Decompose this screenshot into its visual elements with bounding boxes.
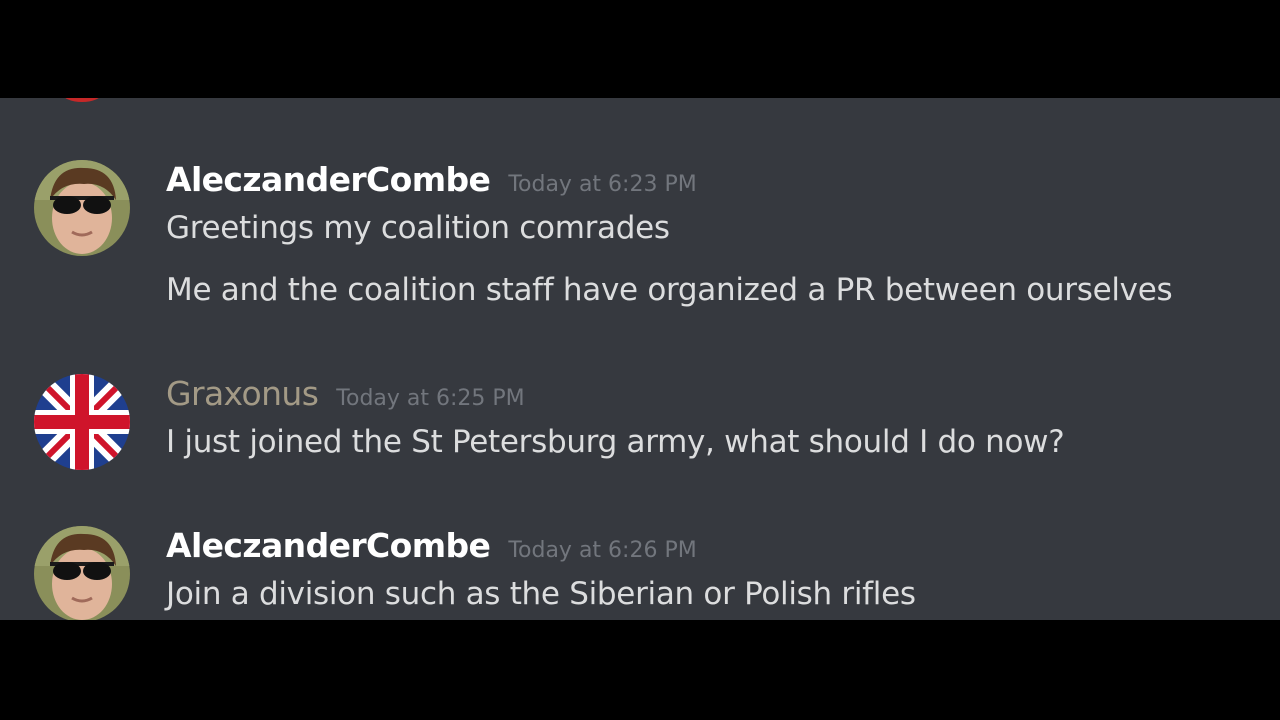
message-text: Greetings my coalition comrades [166, 210, 670, 246]
message-header: AleczanderCombe Today at 6:23 PM [166, 160, 697, 200]
timestamp: Today at 6:26 PM [508, 538, 697, 563]
username[interactable]: AleczanderCombe [166, 160, 491, 199]
message-header: Graxonus Today at 6:25 PM [166, 374, 525, 414]
message-text: Me and the coalition staff have organize… [166, 272, 1173, 308]
message-text: I just joined the St Petersburg army, wh… [166, 424, 1065, 460]
union-jack-avatar-icon[interactable] [34, 374, 130, 470]
sunglasses-man-avatar-icon[interactable] [34, 526, 130, 620]
timestamp: Today at 6:25 PM [336, 386, 525, 411]
previous-avatar-fragment [62, 98, 102, 102]
chat-message-list[interactable]: AleczanderCombe Today at 6:23 PM Greeting… [0, 98, 1280, 620]
message-header: AleczanderCombe Today at 6:26 PM [166, 526, 697, 566]
username[interactable]: AleczanderCombe [166, 526, 491, 565]
timestamp: Today at 6:23 PM [508, 172, 697, 197]
sunglasses-man-avatar-icon[interactable] [34, 160, 130, 256]
message-text: Join a division such as the Siberian or … [166, 576, 916, 612]
username[interactable]: Graxonus [166, 374, 319, 413]
